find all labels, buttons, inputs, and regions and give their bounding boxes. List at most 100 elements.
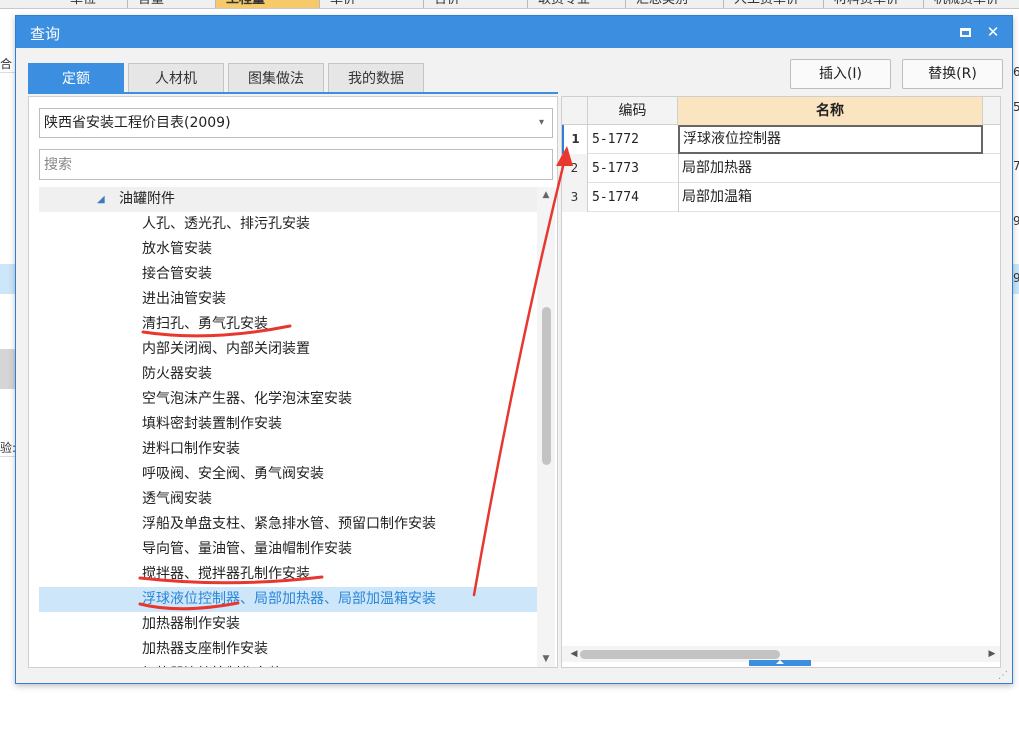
grid-header-index [562,97,588,125]
background-header-cell: 合价 [424,0,528,8]
dialog-titlebar[interactable]: 查询 ✕ [16,16,1012,48]
tree-node-label: 进料口制作安装 [142,441,240,457]
scroll-down-icon[interactable]: ▼ [537,651,555,667]
tree-node-item[interactable]: 加热器制作安装 [39,612,537,637]
tree-node-item[interactable]: 清扫孔、勇气孔安装 [39,312,537,337]
background-header-cell: 工程量 [216,0,320,8]
background-right-mark: 7 [1013,159,1019,173]
tree-node-label: 放水管安装 [142,241,212,257]
tree-node-label: 导向管、量油管、量油帽制作安装 [142,541,352,557]
row-code: 5-1772 [592,132,639,147]
search-input[interactable] [39,149,553,180]
background-header-cells: 单位含量工程量单价合价取费专业汇总类别人工费单价材料费单价机械费单价 [60,0,1019,8]
scroll-right-icon[interactable]: ▶ [984,646,1000,662]
tree-node-item[interactable]: 呼吸阀、安全阀、勇气阀安装 [39,462,537,487]
tree-node-label: 浮球液位控制器、局部加热器、局部加温箱安装 [142,591,436,607]
tree-node-item[interactable]: 放水管安装 [39,237,537,262]
row-code: 5-1774 [592,190,639,205]
tree-node-item[interactable]: 加热器支座制作安装 [39,637,537,662]
table-row[interactable]: 2 5-1773 局部加热器 [562,154,1000,183]
dropdown-caret-icon[interactable]: ▾ [539,109,544,137]
tree-node-label: 呼吸阀、安全阀、勇气阀安装 [142,466,324,482]
quota-results-grid: 编码 名称 1 5-1772 浮球液位控制器 2 5-1773 局部加热器 3 5-1774 局… [561,96,1001,668]
tab-underline [28,92,558,94]
background-left-mark: 合 [0,55,15,73]
row-index: 2 [562,154,588,183]
background-left-mark: 验: [0,441,17,457]
background-right-mark: 6 [1013,65,1019,79]
dialog-title: 查询 [30,25,61,43]
row-name: 局部加温箱 [678,183,983,212]
close-icon[interactable]: ✕ [982,21,1004,43]
resize-grip-icon[interactable]: ⋰ [998,670,1010,682]
background-header-cell: 单位 [60,0,128,8]
tree-node-label: 搅拌器、搅拌器孔制作安装 [142,566,310,582]
tree-node-label: 接合管安装 [142,266,212,282]
tree-node-item[interactable]: 浮球液位控制器、局部加热器、局部加温箱安装 [39,587,537,612]
tree-node-label: 加热器连接管制作安装 [142,662,282,667]
tree-node-item[interactable]: 人孔、透光孔、排污孔安装 [39,212,537,237]
tree-node-label: 进出油管安装 [142,291,226,307]
row-code: 5-1773 [592,161,639,176]
tree-node-item[interactable]: 防火器安装 [39,362,537,387]
tree-node-item[interactable]: 进料口制作安装 [39,437,537,462]
grid-header: 编码 名称 [562,97,1000,125]
tree-node-label: 内部关闭阀、内部关闭装置 [142,341,310,357]
background-header-cell: 单价 [320,0,424,8]
table-row[interactable]: 1 5-1772 浮球液位控制器 [562,125,1000,154]
tab-my-data[interactable]: 我的数据 [328,63,424,93]
row-name: 局部加热器 [678,154,983,183]
tree-expand-icon[interactable]: ◢ [97,187,105,212]
quota-tree-panel: 陕西省安装工程价目表(2009) ▾ ◢ 油罐附件人孔、透光孔、排污孔安装放水管安… [28,96,558,668]
background-right-mark: 5 [1013,100,1019,114]
tab-labor-material-machine[interactable]: 人材机 [128,63,224,93]
tree-node-label: 人孔、透光孔、排污孔安装 [142,216,310,232]
background-table-header: 单位含量工程量单价合价取费专业汇总类别人工费单价材料费单价机械费单价 [0,0,1019,9]
grid-scrollbar-thumb[interactable] [580,650,780,659]
row-index: 3 [562,183,588,212]
row-name[interactable]: 浮球液位控制器 [678,125,983,154]
query-dialog: 查询 ✕ 定额 人材机 图集做法 我的数据 插入(I) 替换(R) 陕西省安装工… [15,15,1013,684]
table-row[interactable]: 3 5-1774 局部加温箱 [562,183,1000,212]
scroll-up-icon[interactable]: ▲ [537,187,555,203]
panel-splitter-handle[interactable] [749,660,811,666]
background-header-cell: 材料费单价 [824,0,924,8]
library-select-value: 陕西省安装工程价目表(2009) [44,115,231,131]
tree-node-item[interactable]: 填料密封装置制作安装 [39,412,537,437]
insert-button[interactable]: 插入(I) [790,59,891,89]
tree-node-parent[interactable]: ◢ 油罐附件 [39,187,537,212]
background-left-edge: 合 验: [0,9,17,745]
background-right-mark: 9 [1013,214,1019,228]
tree-node-item[interactable]: 透气阀安装 [39,487,537,512]
tree-node-item[interactable]: 搅拌器、搅拌器孔制作安装 [39,562,537,587]
tree-node-label: 填料密封装置制作安装 [142,416,282,432]
tree-node-item[interactable]: 浮船及单盘支柱、紧急排水管、预留口制作安装 [39,512,537,537]
tab-atlas-method[interactable]: 图集做法 [228,63,324,93]
tree-node-item[interactable]: 接合管安装 [39,262,537,287]
tree-node-label: 空气泡沫产生器、化学泡沫室安装 [142,391,352,407]
background-left-selection-band [0,264,15,294]
background-header-cell: 含量 [128,0,216,8]
quota-tree: ◢ 油罐附件人孔、透光孔、排污孔安装 放水管安装接合管安装进出油管安装清扫孔、勇气孔… [39,187,537,667]
tree-node-label: 加热器制作安装 [142,616,240,632]
tree-node-item[interactable]: 导向管、量油管、量油帽制作安装 [39,537,537,562]
tree-node-item[interactable]: 空气泡沫产生器、化学泡沫室安装 [39,387,537,412]
replace-button[interactable]: 替换(R) [902,59,1003,89]
background-right-mark: 9 [1013,271,1019,285]
grid-header-name[interactable]: 名称 [678,97,983,125]
tree-node-label: 防火器安装 [142,366,212,382]
tree-node-label: 透气阀安装 [142,491,212,507]
library-select[interactable]: 陕西省安装工程价目表(2009) ▾ [39,108,553,138]
tree-scrollbar[interactable]: ▲ ▼ [537,187,555,667]
tree-node-item[interactable]: 进出油管安装 [39,287,537,312]
background-header-cell: 取费专业 [528,0,626,8]
dialog-tabs: 定额 人材机 图集做法 我的数据 [28,63,428,93]
tree-scrollbar-thumb[interactable] [542,307,551,465]
tab-quota[interactable]: 定额 [28,63,124,93]
tree-node-item[interactable]: 内部关闭阀、内部关闭装置 [39,337,537,362]
maximize-icon[interactable] [954,21,976,43]
grid-header-code[interactable]: 编码 [588,97,678,125]
tree-node-item[interactable]: 加热器连接管制作安装 [39,662,537,667]
tree-node-label: 油罐附件 [119,191,175,207]
background-header-cell: 人工费单价 [724,0,824,8]
